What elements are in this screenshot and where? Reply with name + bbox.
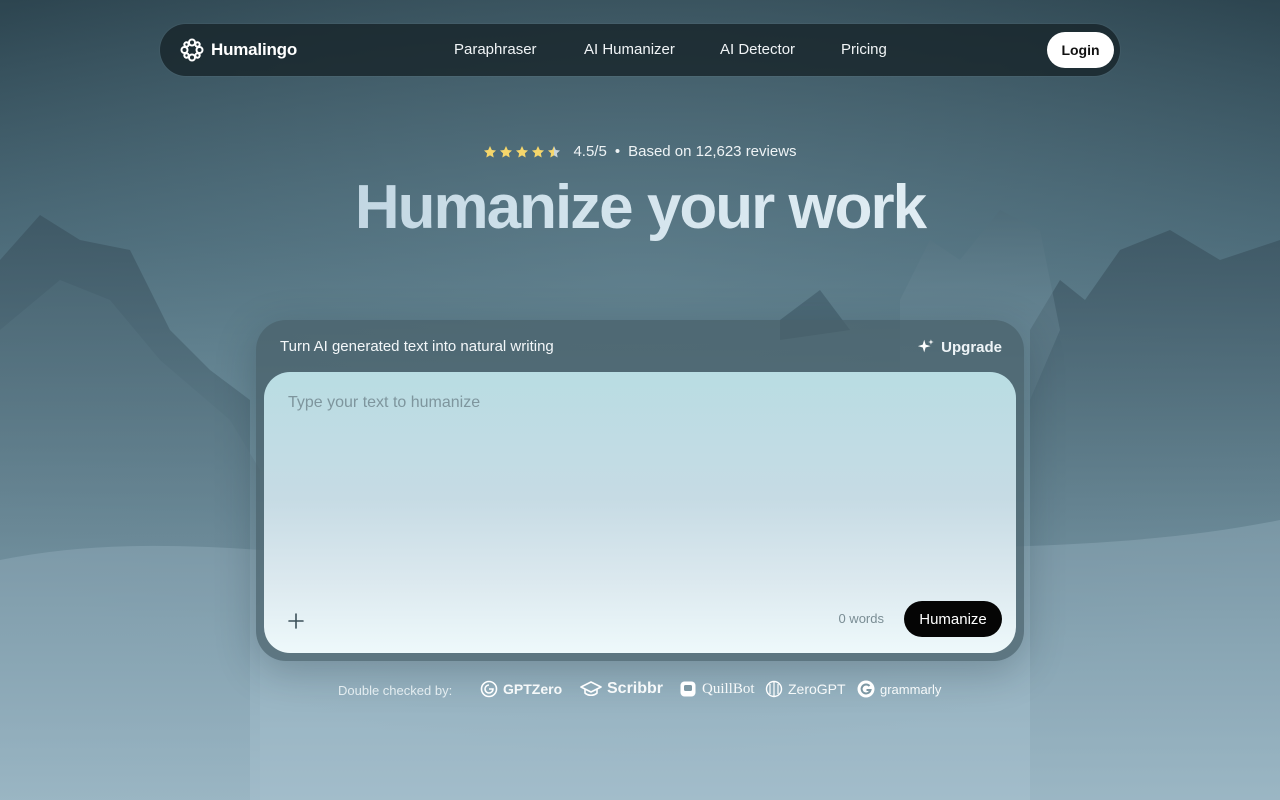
rating-summary: 4.5/5 • Based on 12,623 reviews [0, 143, 1280, 160]
brand-scribbr: Scribbr [580, 680, 663, 698]
brand-name-quillbot: QuillBot [702, 680, 755, 697]
scribbr-icon [580, 681, 602, 697]
star-icon [484, 145, 497, 158]
brand-grammarly: grammarly [857, 680, 941, 698]
nav-link-paraphraser[interactable]: Paraphraser [454, 41, 537, 58]
brand-zerogpt: ZeroGPT [765, 680, 846, 698]
star-rating [483, 145, 561, 159]
brand-quillbot: QuillBot [679, 680, 755, 698]
zerogpt-icon [765, 680, 783, 698]
brand-name-grammarly: grammarly [880, 681, 942, 697]
star-icon [516, 145, 529, 158]
quillbot-icon [680, 681, 696, 697]
gptzero-icon [480, 680, 498, 698]
humalingo-logo-icon [180, 38, 204, 62]
review-count: Based on 12,623 reviews [628, 143, 797, 160]
star-icon [500, 145, 513, 158]
humanize-button[interactable]: Humanize [904, 601, 1002, 637]
brand-name: Humalingo [211, 40, 298, 59]
sparkle-icon [918, 339, 934, 353]
rating-separator: • [614, 143, 621, 160]
brand-name-zerogpt: ZeroGPT [788, 681, 846, 697]
plus-icon[interactable] [288, 613, 304, 629]
star-icon [532, 145, 545, 158]
word-count: 0 words [838, 611, 884, 626]
upgrade-button[interactable]: Upgrade [917, 338, 1002, 356]
nav-link-ai-detector[interactable]: AI Detector [720, 41, 795, 58]
login-button[interactable]: Login [1047, 32, 1114, 68]
humanizer-card: Turn AI generated text into natural writ… [256, 320, 1024, 661]
brand-name-scribbr: Scribbr [607, 680, 664, 697]
text-editor: 0 words Humanize [264, 372, 1016, 653]
hero-title: Humanize your work [0, 172, 1280, 243]
logo[interactable]: Humalingo [180, 38, 297, 62]
top-navbar: Humalingo Paraphraser AI Humanizer AI De… [160, 24, 1120, 76]
checked-by-label: Double checked by: [338, 683, 453, 698]
brand-name-gptzero: GPTZero [503, 681, 563, 697]
upgrade-label: Upgrade [941, 338, 1002, 356]
humanize-text-input[interactable] [264, 372, 1016, 572]
card-label: Turn AI generated text into natural writ… [280, 338, 554, 355]
nav-link-ai-humanizer[interactable]: AI Humanizer [584, 41, 675, 58]
nav-link-pricing[interactable]: Pricing [841, 41, 887, 58]
star-half-icon [548, 145, 561, 158]
rating-score: 4.5/5 [573, 143, 607, 160]
grammarly-icon [857, 680, 875, 698]
brand-gptzero: GPTZero [480, 680, 562, 698]
